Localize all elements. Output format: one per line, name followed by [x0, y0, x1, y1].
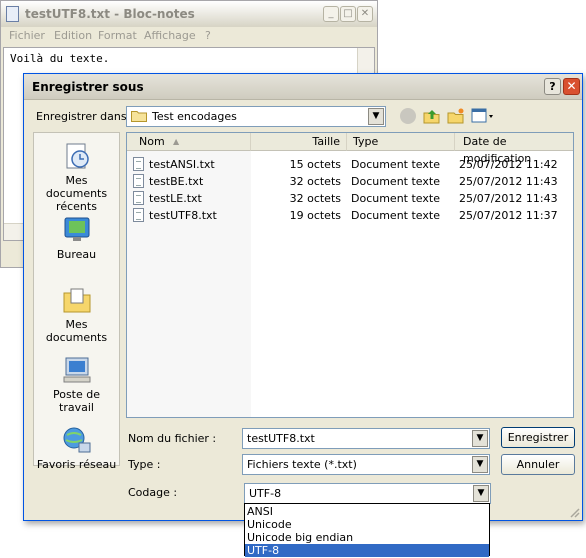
menu-help[interactable]: ? [205, 29, 211, 42]
table-row[interactable]: testUTF8.txt 19 octets Document texte 25… [127, 207, 573, 224]
notepad-content: Voilà du texte. [10, 52, 110, 65]
my-computer-icon [61, 355, 93, 385]
column-header-date[interactable]: Date de modification [455, 133, 573, 165]
folder-icon [131, 110, 147, 122]
place-my-documents[interactable]: Mes documents [34, 285, 119, 344]
place-desktop[interactable]: Bureau [34, 215, 119, 261]
type-label: Type : [128, 458, 161, 471]
minimize-icon[interactable]: _ [323, 6, 339, 22]
close-icon[interactable]: ✕ [357, 6, 373, 22]
table-row[interactable]: testLE.txt 32 octets Document texte 25/0… [127, 190, 573, 207]
resize-grip-icon[interactable] [568, 506, 580, 518]
filename-value: testUTF8.txt [247, 432, 315, 445]
save-in-combo[interactable]: Test encodages ▼ [126, 106, 386, 127]
save-button[interactable]: Enregistrer [501, 427, 575, 448]
encoding-select[interactable]: UTF-8 ▼ [244, 483, 491, 504]
place-label: Mes documents [45, 318, 108, 344]
save-as-dialog: Enregistrer sous ? ✕ Enregistrer dans : … [23, 73, 583, 521]
text-file-icon [133, 174, 144, 188]
encoding-option-ansi[interactable]: ANSI [245, 505, 489, 518]
filename-label: Nom du fichier : [128, 432, 217, 445]
table-row[interactable]: testANSI.txt 15 octets Document texte 25… [127, 156, 573, 173]
menu-format[interactable]: Format [98, 29, 137, 42]
save-in-label: Enregistrer dans : [36, 110, 134, 123]
maximize-icon[interactable]: □ [340, 6, 356, 22]
encoding-option-unicode[interactable]: Unicode [245, 518, 489, 531]
encoding-option-unicode-big-endian[interactable]: Unicode big endian [245, 531, 489, 544]
column-header-name[interactable]: Nom ▲ [127, 133, 251, 151]
text-file-icon [133, 157, 144, 171]
up-folder-icon[interactable] [423, 107, 441, 125]
place-my-computer[interactable]: Poste de travail [34, 355, 119, 414]
cancel-button[interactable]: Annuler [501, 454, 575, 475]
menu-fichier[interactable]: Fichier [9, 29, 45, 42]
menu-affichage[interactable]: Affichage [144, 29, 196, 42]
chevron-down-icon[interactable]: ▼ [472, 430, 488, 447]
text-file-icon [133, 191, 144, 205]
dialog-title: Enregistrer sous [32, 80, 144, 94]
sort-ascending-icon: ▲ [173, 137, 180, 146]
new-folder-icon[interactable] [447, 107, 465, 125]
type-value: Fichiers texte (*.txt) [247, 458, 357, 471]
save-in-value: Test encodages [152, 110, 237, 123]
text-file-icon [133, 208, 144, 222]
column-header-type[interactable]: Type [347, 133, 455, 151]
desktop-icon [61, 215, 93, 245]
notepad-icon [6, 6, 19, 22]
file-list[interactable]: Nom ▲ Taille Type Date de modification t… [126, 132, 574, 418]
place-label: Poste de travail [52, 388, 101, 414]
places-bar: Mes documents récents Bureau Mes documen… [33, 132, 120, 471]
recent-documents-icon [61, 141, 93, 171]
view-menu-icon[interactable] [471, 107, 495, 125]
table-row[interactable]: testBE.txt 32 octets Document texte 25/0… [127, 173, 573, 190]
encoding-value: UTF-8 [249, 487, 282, 500]
place-network[interactable]: Favoris réseau [34, 425, 119, 471]
place-label: Favoris réseau [36, 458, 117, 471]
filename-input[interactable]: testUTF8.txt ▼ [242, 428, 490, 449]
chevron-down-icon[interactable]: ▼ [472, 456, 488, 473]
place-recent-documents[interactable]: Mes documents récents [34, 141, 119, 213]
dialog-title-bar[interactable]: Enregistrer sous ? ✕ [24, 74, 582, 100]
back-icon[interactable] [400, 108, 416, 124]
chevron-down-icon[interactable]: ▼ [473, 485, 489, 502]
column-header-size[interactable]: Taille [251, 133, 347, 151]
my-documents-icon [61, 285, 93, 315]
help-icon[interactable]: ? [544, 78, 561, 95]
place-label: Bureau [56, 248, 97, 261]
encoding-label: Codage : [128, 486, 178, 499]
network-places-icon [61, 425, 93, 455]
encoding-option-utf8[interactable]: UTF-8 [245, 544, 489, 557]
type-select[interactable]: Fichiers texte (*.txt) ▼ [242, 454, 490, 475]
chevron-down-icon[interactable]: ▼ [368, 108, 384, 125]
notepad-menubar: Fichier Edition Format Affichage ? [1, 27, 377, 45]
encoding-dropdown-list: ANSI Unicode Unicode big endian UTF-8 [244, 503, 490, 557]
close-icon[interactable]: ✕ [563, 78, 580, 95]
place-label: Mes documents récents [45, 174, 108, 213]
notepad-title-bar[interactable]: testUTF8.txt - Bloc-notes _ □ ✕ [1, 1, 377, 27]
menu-edition[interactable]: Edition [54, 29, 92, 42]
notepad-title: testUTF8.txt - Bloc-notes [25, 7, 195, 21]
